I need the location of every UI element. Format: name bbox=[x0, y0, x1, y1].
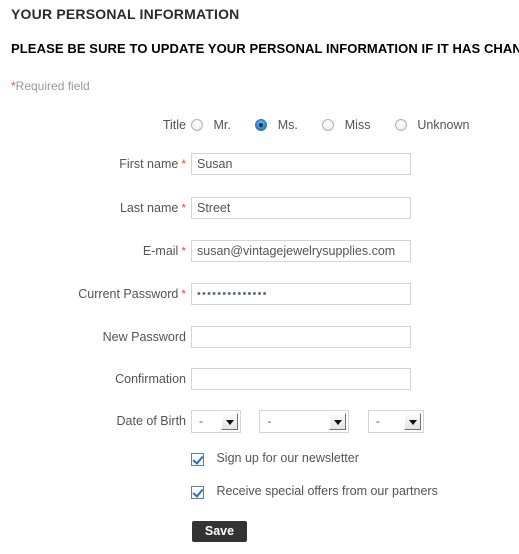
title-radio-group[interactable]: Mr. Ms. Miss Unknown bbox=[191, 114, 470, 136]
radio-option-mr[interactable]: Mr. bbox=[191, 114, 231, 136]
partner-offers-checkbox-row[interactable]: Receive special offers from our partners bbox=[191, 484, 438, 504]
date-of-birth-label: Date of Birth bbox=[116, 414, 186, 428]
last-name-label: Last name * bbox=[0, 197, 186, 219]
date-of-birth-selects: - - - bbox=[191, 410, 424, 433]
date-of-birth-day-value: - bbox=[199, 414, 203, 428]
current-password-label-text: Current Password bbox=[78, 287, 179, 301]
form-row-current-password: Current Password * bbox=[0, 283, 519, 305]
personal-information-page: YOUR PERSONAL INFORMATION PLEASE BE SURE… bbox=[0, 0, 519, 554]
date-of-birth-day-select[interactable]: - bbox=[191, 410, 241, 433]
new-password-label: New Password bbox=[102, 330, 186, 344]
date-of-birth-year-value: - bbox=[375, 414, 380, 428]
date-of-birth-month-select[interactable]: - bbox=[259, 410, 350, 433]
radio-option-miss[interactable]: Miss bbox=[322, 114, 370, 136]
radio-label-unknown: Unknown bbox=[417, 118, 470, 132]
date-of-birth-year-select[interactable]: - bbox=[367, 410, 424, 433]
radio-label-ms: Ms. bbox=[277, 118, 298, 132]
confirmation-label: Confirmation bbox=[115, 372, 186, 386]
radio-label-mr: Mr. bbox=[213, 118, 231, 132]
first-name-input[interactable] bbox=[191, 153, 411, 175]
last-name-input[interactable] bbox=[191, 197, 411, 219]
newsletter-label: Sign up for our newsletter bbox=[216, 451, 359, 465]
radio-icon-mr[interactable] bbox=[191, 119, 203, 131]
confirmation-input[interactable] bbox=[191, 368, 411, 390]
new-password-input[interactable] bbox=[191, 326, 411, 348]
last-name-label-text: Last name bbox=[119, 201, 179, 215]
first-name-label: First name * bbox=[0, 153, 186, 175]
current-password-input[interactable] bbox=[191, 283, 411, 305]
email-label: E-mail * bbox=[0, 240, 186, 262]
date-of-birth-month-value: - bbox=[267, 414, 272, 428]
page-subtitle: PLEASE BE SURE TO UPDATE YOUR PERSONAL I… bbox=[11, 41, 519, 56]
email-label-text: E-mail bbox=[142, 244, 179, 258]
required-field-label: Required field bbox=[15, 79, 90, 93]
form-row-last-name: Last name * bbox=[0, 197, 519, 219]
form-row-first-name: First name * bbox=[0, 153, 519, 175]
radio-icon-ms-selected[interactable] bbox=[255, 119, 268, 131]
radio-option-unknown[interactable]: Unknown bbox=[394, 114, 470, 136]
required-asterisk-icon: * bbox=[181, 287, 186, 301]
form-row-new-password: New Password bbox=[0, 326, 519, 348]
title-label: Title bbox=[162, 118, 186, 132]
newsletter-checkbox[interactable] bbox=[191, 453, 204, 466]
newsletter-checkbox-row[interactable]: Sign up for our newsletter bbox=[191, 451, 359, 471]
page-title: YOUR PERSONAL INFORMATION bbox=[11, 6, 240, 22]
chevron-down-icon[interactable] bbox=[403, 413, 421, 430]
form-row-title: Title Mr. Ms. Miss Unknown bbox=[0, 114, 519, 136]
email-input[interactable] bbox=[191, 240, 411, 262]
partner-offers-label: Receive special offers from our partners bbox=[216, 484, 438, 498]
chevron-down-icon[interactable] bbox=[221, 413, 238, 430]
radio-icon-unknown[interactable] bbox=[394, 119, 407, 131]
partner-offers-checkbox[interactable] bbox=[191, 486, 204, 499]
save-button[interactable]: Save bbox=[192, 521, 247, 542]
required-asterisk-icon: * bbox=[181, 201, 186, 215]
radio-option-ms[interactable]: Ms. bbox=[255, 114, 298, 136]
chevron-down-icon[interactable] bbox=[329, 413, 347, 430]
radio-icon-miss[interactable] bbox=[322, 119, 335, 131]
form-row-date-of-birth: Date of Birth - - - bbox=[0, 410, 519, 433]
form-row-email: E-mail * bbox=[0, 240, 519, 262]
required-field-note: *Required field bbox=[11, 79, 90, 93]
form-row-confirmation: Confirmation bbox=[0, 368, 519, 390]
required-asterisk-icon: * bbox=[181, 244, 186, 258]
required-asterisk-icon: * bbox=[181, 157, 186, 171]
current-password-label: Current Password * bbox=[0, 283, 186, 305]
first-name-label-text: First name bbox=[119, 157, 179, 171]
radio-label-miss: Miss bbox=[344, 118, 371, 132]
